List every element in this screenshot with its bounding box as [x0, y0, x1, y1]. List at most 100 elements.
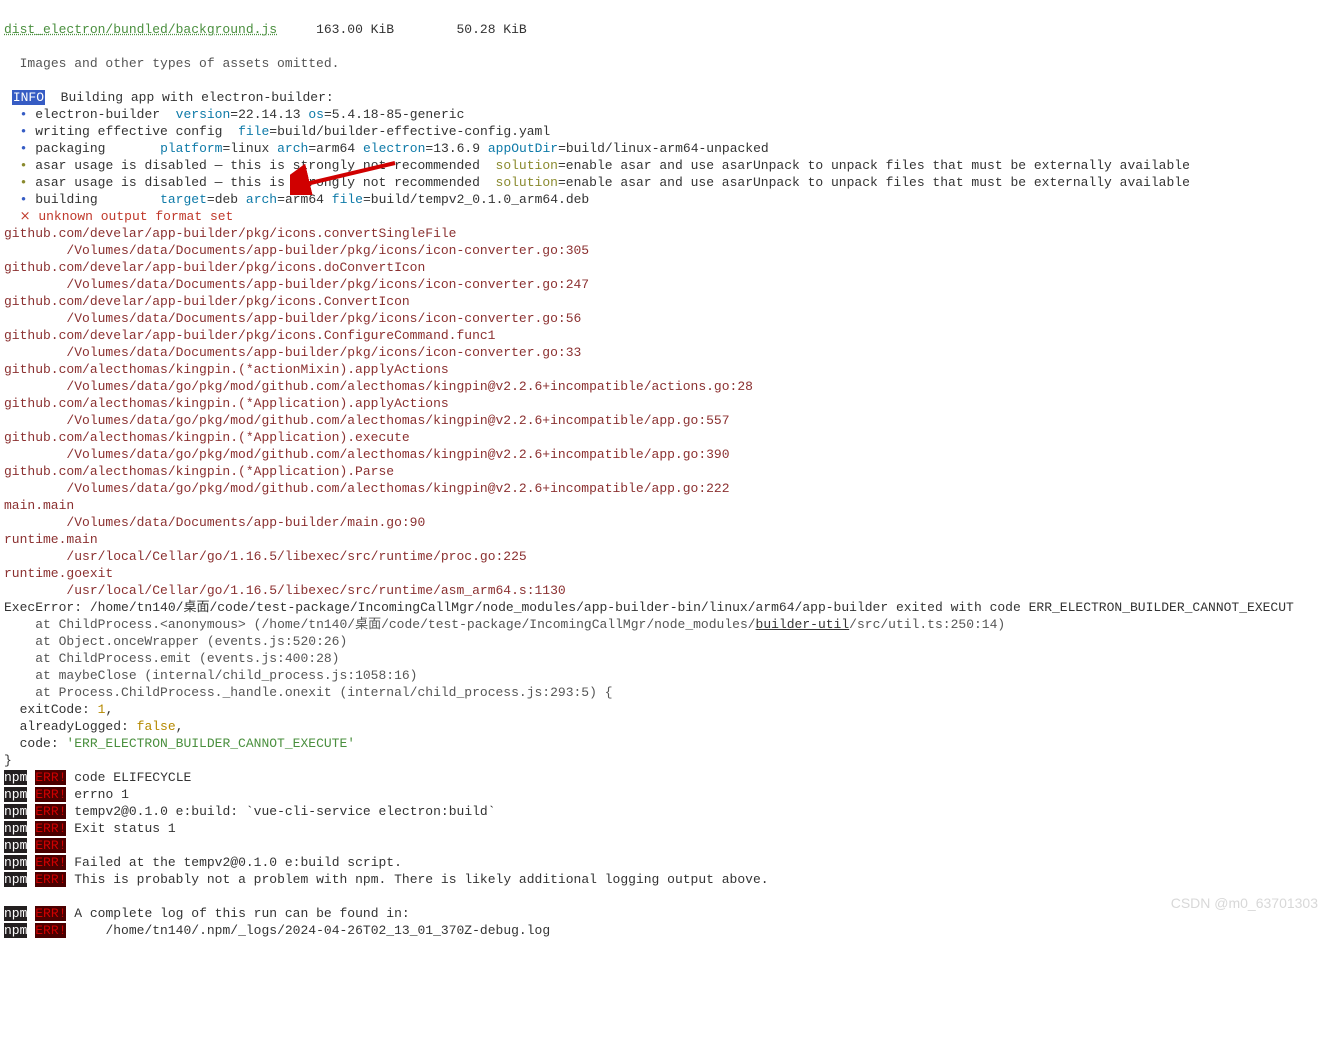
val-app: build/linux-arm64-unpacked [566, 141, 769, 156]
writing-config: writing effective config [35, 124, 238, 139]
key-plat: platform [160, 141, 222, 156]
key-target: target [160, 192, 207, 207]
stack-line: /Volumes/data/Documents/app-builder/pkg/… [66, 243, 589, 258]
stack-line: runtime.main [4, 532, 98, 547]
already-logged-label: alreadyLogged: [20, 719, 137, 734]
error-x-icon: ⨯ [20, 209, 31, 224]
stack-line: runtime.goexit [4, 566, 113, 581]
bullet-icon: • [20, 158, 28, 173]
npm-line: tempv2@0.1.0 e:build: `vue-cli-service e… [74, 804, 495, 819]
npm-badge: npm [4, 872, 27, 887]
stack-line: github.com/develar/app-builder/pkg/icons… [4, 294, 410, 309]
err-badge: ERR! [35, 787, 66, 802]
bullet-icon: • [20, 124, 28, 139]
exit-code: 1 [98, 702, 106, 717]
npm-badge: npm [4, 923, 27, 938]
err-badge: ERR! [35, 804, 66, 819]
js-stack: at maybeClose (internal/child_process.js… [35, 668, 417, 683]
stack-line: /usr/local/Cellar/go/1.16.5/libexec/src/… [66, 549, 526, 564]
exec-error: ExecError: /home/tn140/桌面/code/test-pack… [4, 600, 1294, 615]
stack-line: github.com/develar/app-builder/pkg/icons… [4, 226, 456, 241]
stack-line: github.com/alecthomas/kingpin.(*actionMi… [4, 362, 449, 377]
file-path: dist_electron/bundled/background.js [4, 22, 277, 37]
bullet-icon: • [20, 107, 28, 122]
eb-line: electron-builder [35, 107, 175, 122]
key-arch: arch [277, 141, 308, 156]
assets-omitted: Images and other types of assets omitted… [20, 56, 340, 71]
code-val: 'ERR_ELECTRON_BUILDER_CANNOT_EXECUTE' [66, 736, 355, 751]
bullet-icon: • [20, 175, 28, 190]
npm-badge: npm [4, 804, 27, 819]
info-badge: INFO [12, 90, 45, 105]
npm-badge: npm [4, 855, 27, 870]
npm-badge: npm [4, 821, 27, 836]
val-os: 5.4.18-85-generic [332, 107, 465, 122]
key-app: appOutDir [488, 141, 558, 156]
val-elec: 13.6.9 [433, 141, 480, 156]
err-badge: ERR! [35, 923, 66, 938]
npm-badge: npm [4, 770, 27, 785]
key-version: version [176, 107, 231, 122]
already-logged: false [137, 719, 176, 734]
key-elec: electron [363, 141, 425, 156]
stack-line: /Volumes/data/go/pkg/mod/github.com/alec… [66, 413, 729, 428]
asar-warn-2: asar usage is disabled — this is strongl… [35, 175, 480, 190]
js-stack: at ChildProcess.emit (events.js:400:28) [35, 651, 339, 666]
npm-badge: npm [4, 787, 27, 802]
err-badge: ERR! [35, 855, 66, 870]
build-start: Building app with electron-builder: [61, 90, 334, 105]
val-file2: build/tempv2_0.1.0_arm64.deb [371, 192, 589, 207]
npm-line: Exit status 1 [74, 821, 175, 836]
js-stack: at Object.onceWrapper (events.js:520:26) [35, 634, 347, 649]
npm-line: Failed at the tempv2@0.1.0 e:build scrip… [74, 855, 402, 870]
watermark: CSDN @m0_63701303 [1171, 895, 1318, 912]
err-badge: ERR! [35, 906, 66, 921]
packaging: packaging [35, 141, 160, 156]
stack-line: /usr/local/Cellar/go/1.16.5/libexec/src/… [66, 583, 565, 598]
npm-line: errno 1 [74, 787, 129, 802]
stack-line: /Volumes/data/Documents/app-builder/pkg/… [66, 277, 589, 292]
npm-line: code ELIFECYCLE [74, 770, 191, 785]
val-version: 22.14.13 [238, 107, 300, 122]
building: building [35, 192, 160, 207]
stack-line: main.main [4, 498, 74, 513]
stack-line: /Volumes/data/go/pkg/mod/github.com/alec… [66, 447, 729, 462]
val-arch: arm64 [316, 141, 355, 156]
key-sol: solution [496, 158, 558, 173]
key-file: file [238, 124, 269, 139]
js-stack: at Process.ChildProcess._handle.onexit (… [35, 685, 612, 700]
file-gzip: 50.28 KiB [457, 22, 527, 37]
bullet-icon: • [20, 192, 28, 207]
npm-line: /home/tn140/.npm/_logs/2024-04-26T02_13_… [105, 923, 550, 938]
exit-code-label: exitCode: [20, 702, 98, 717]
npm-badge: npm [4, 906, 27, 921]
err-badge: ERR! [35, 838, 66, 853]
npm-line: A complete log of this run can be found … [74, 906, 409, 921]
npm-line: This is probably not a problem with npm.… [74, 872, 768, 887]
stack-line: github.com/alecthomas/kingpin.(*Applicat… [4, 396, 449, 411]
val-sol: enable asar and use asarUnpack to unpack… [566, 175, 1190, 190]
val-arch2: arm64 [285, 192, 324, 207]
key-sol: solution [496, 175, 558, 190]
npm-badge: npm [4, 838, 27, 853]
file-size: 163.00 KiB [316, 22, 394, 37]
val-file: build/builder-effective-config.yaml [277, 124, 550, 139]
err-badge: ERR! [35, 872, 66, 887]
error-msg: unknown output format set [38, 209, 233, 224]
code-label: code: [20, 736, 67, 751]
js-stack: at ChildProcess.<anonymous> (/home/tn140… [35, 617, 1005, 632]
key-file2: file [332, 192, 363, 207]
stack-line: /Volumes/data/go/pkg/mod/github.com/alec… [66, 481, 729, 496]
err-badge: ERR! [35, 770, 66, 785]
stack-line: github.com/alecthomas/kingpin.(*Applicat… [4, 464, 394, 479]
stack-line: github.com/develar/app-builder/pkg/icons… [4, 328, 495, 343]
err-badge: ERR! [35, 821, 66, 836]
key-os: os [308, 107, 324, 122]
stack-line: github.com/alecthomas/kingpin.(*Applicat… [4, 430, 410, 445]
bullet-icon: • [20, 141, 28, 156]
stack-line: /Volumes/data/Documents/app-builder/pkg/… [66, 345, 581, 360]
stack-line: /Volumes/data/go/pkg/mod/github.com/alec… [66, 379, 753, 394]
stack-line: github.com/develar/app-builder/pkg/icons… [4, 260, 425, 275]
val-plat: linux [230, 141, 269, 156]
val-sol: enable asar and use asarUnpack to unpack… [566, 158, 1190, 173]
